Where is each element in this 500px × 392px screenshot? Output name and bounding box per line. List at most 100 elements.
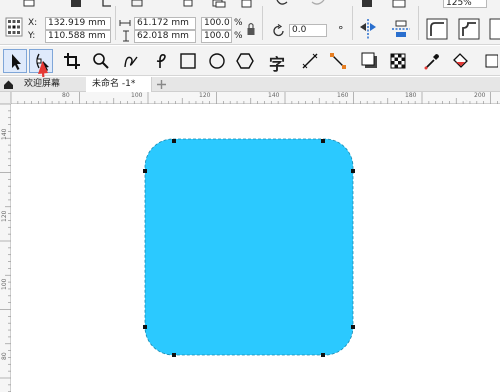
artistic-media-tool[interactable] — [148, 49, 172, 73]
mirror-vertical-icon[interactable] — [391, 19, 411, 39]
hexagon-icon — [236, 53, 254, 69]
lock-ratio-icon[interactable] — [246, 22, 256, 36]
y-position-field[interactable]: 110.588 mm — [45, 30, 111, 43]
ruler-label: 140 — [1, 128, 8, 140]
height-field[interactable]: 62.018 mm — [134, 30, 196, 43]
import-icon[interactable] — [100, 0, 114, 8]
rectangle-tool[interactable] — [176, 49, 200, 73]
eyedropper-tool[interactable] — [420, 49, 444, 73]
document-tab-bar: 欢迎屏幕 未命名 -1* — [0, 77, 500, 92]
node-handle — [351, 169, 355, 173]
ruler-label: 120 — [199, 92, 211, 99]
horizontal-ruler[interactable]: 80 100 120 140 160 180 200 — [10, 92, 500, 104]
zoom-level-field[interactable]: 125% — [443, 0, 487, 8]
node-handle — [143, 325, 147, 329]
undo-icon[interactable] — [275, 0, 289, 8]
redo-icon[interactable] — [310, 0, 328, 8]
export-icon[interactable] — [130, 0, 144, 8]
tab-untitled-document[interactable]: 未命名 -1* — [86, 77, 152, 92]
width-field[interactable]: 61.172 mm — [134, 17, 196, 30]
rounded-rectangle-shape[interactable] — [145, 139, 353, 355]
copy-icon[interactable] — [212, 0, 226, 8]
connector-tool[interactable] — [326, 49, 350, 73]
mirror-horizontal-icon[interactable] — [359, 19, 377, 39]
polygon-tool[interactable] — [233, 49, 257, 73]
height-icon — [123, 30, 129, 42]
zoom-tool[interactable] — [89, 49, 113, 73]
ruler-label: 80 — [62, 92, 70, 99]
node-handle — [143, 169, 147, 173]
horizontal-ruler-ticks — [10, 92, 498, 104]
separator — [115, 6, 116, 40]
paste-icon[interactable] — [240, 0, 254, 8]
node-handle — [172, 139, 176, 143]
transparency-tool[interactable] — [386, 49, 410, 73]
eyedropper-icon — [424, 54, 439, 70]
scale-y-field[interactable]: 100.0 — [201, 30, 232, 43]
new-document-icon[interactable] — [22, 0, 36, 7]
rectangle-icon — [180, 53, 196, 69]
x-label: X: — [28, 18, 38, 28]
ruler-label: 140 — [268, 92, 280, 99]
rotation-field[interactable]: 0.0 — [289, 24, 327, 37]
smart-fill-icon — [485, 54, 498, 68]
drop-shadow-tool[interactable] — [358, 49, 382, 73]
smart-fill-tool[interactable] — [481, 49, 500, 73]
vertical-ruler[interactable]: 140 120 100 80 — [0, 103, 11, 392]
sheet-icon[interactable] — [392, 0, 408, 8]
checkerboard-icon — [390, 53, 406, 69]
dimension-tool[interactable] — [298, 49, 322, 73]
ruler-label: 100 — [1, 278, 8, 290]
drawing-canvas[interactable] — [11, 104, 500, 392]
node-handle — [172, 353, 176, 357]
y-label: Y: — [28, 31, 36, 41]
crop-tool[interactable] — [60, 49, 84, 73]
freehand-tool[interactable] — [120, 49, 144, 73]
text-tool[interactable]: 字 — [266, 49, 290, 74]
ruler-label: 200 — [474, 92, 486, 99]
home-icon[interactable] — [3, 79, 14, 90]
ruler-label: 80 — [1, 352, 8, 360]
fill-bucket-icon — [453, 53, 468, 68]
node-handle — [351, 325, 355, 329]
scalloped-corner-icon[interactable] — [458, 18, 480, 40]
width-icon — [119, 20, 131, 26]
cut-icon[interactable] — [183, 0, 197, 8]
object-origin-icon[interactable] — [5, 17, 23, 37]
drop-shadow-icon — [361, 52, 377, 68]
ruler-label: 120 — [1, 210, 8, 222]
scale-x-field[interactable]: 100.0 — [201, 17, 232, 30]
save-icon[interactable] — [70, 0, 82, 8]
ruler-corner[interactable] — [0, 92, 11, 104]
crop-icon — [64, 53, 80, 69]
round-corner-icon[interactable] — [426, 18, 448, 40]
interactive-fill-tool[interactable] — [448, 49, 472, 73]
launch-icon[interactable] — [360, 0, 374, 8]
canvas-artwork — [143, 138, 355, 357]
ruler-label: 180 — [405, 92, 417, 99]
connector-icon — [330, 53, 346, 69]
separator — [352, 6, 353, 40]
separator — [418, 6, 419, 40]
freehand-icon — [124, 56, 138, 68]
ellipse-icon — [209, 53, 225, 69]
add-tab-icon[interactable] — [156, 79, 167, 90]
text-tool-glyph: 字 — [269, 55, 286, 74]
magnifier-icon — [93, 53, 109, 69]
pointer-arrow-icon — [12, 54, 21, 70]
node-handle — [321, 139, 325, 143]
chamfered-corner-icon[interactable] — [489, 18, 500, 40]
percent-y-label: % — [234, 31, 243, 41]
node-handle — [321, 353, 325, 357]
ellipse-tool[interactable] — [205, 49, 229, 73]
rotate-icon[interactable] — [272, 24, 286, 38]
tab-welcome-screen[interactable]: 欢迎屏幕 — [18, 77, 84, 92]
artistic-media-icon — [156, 54, 166, 68]
x-position-field[interactable]: 132.919 mm — [45, 17, 111, 30]
ruler-label: 100 — [131, 92, 143, 99]
degree-label: ° — [338, 24, 344, 37]
property-bar: 125% X: Y: 132.919 mm 110.588 mm 61.172 … — [0, 0, 500, 45]
pick-tool[interactable] — [3, 49, 27, 73]
percent-x-label: % — [234, 18, 243, 28]
ruler-label: 160 — [337, 92, 349, 99]
